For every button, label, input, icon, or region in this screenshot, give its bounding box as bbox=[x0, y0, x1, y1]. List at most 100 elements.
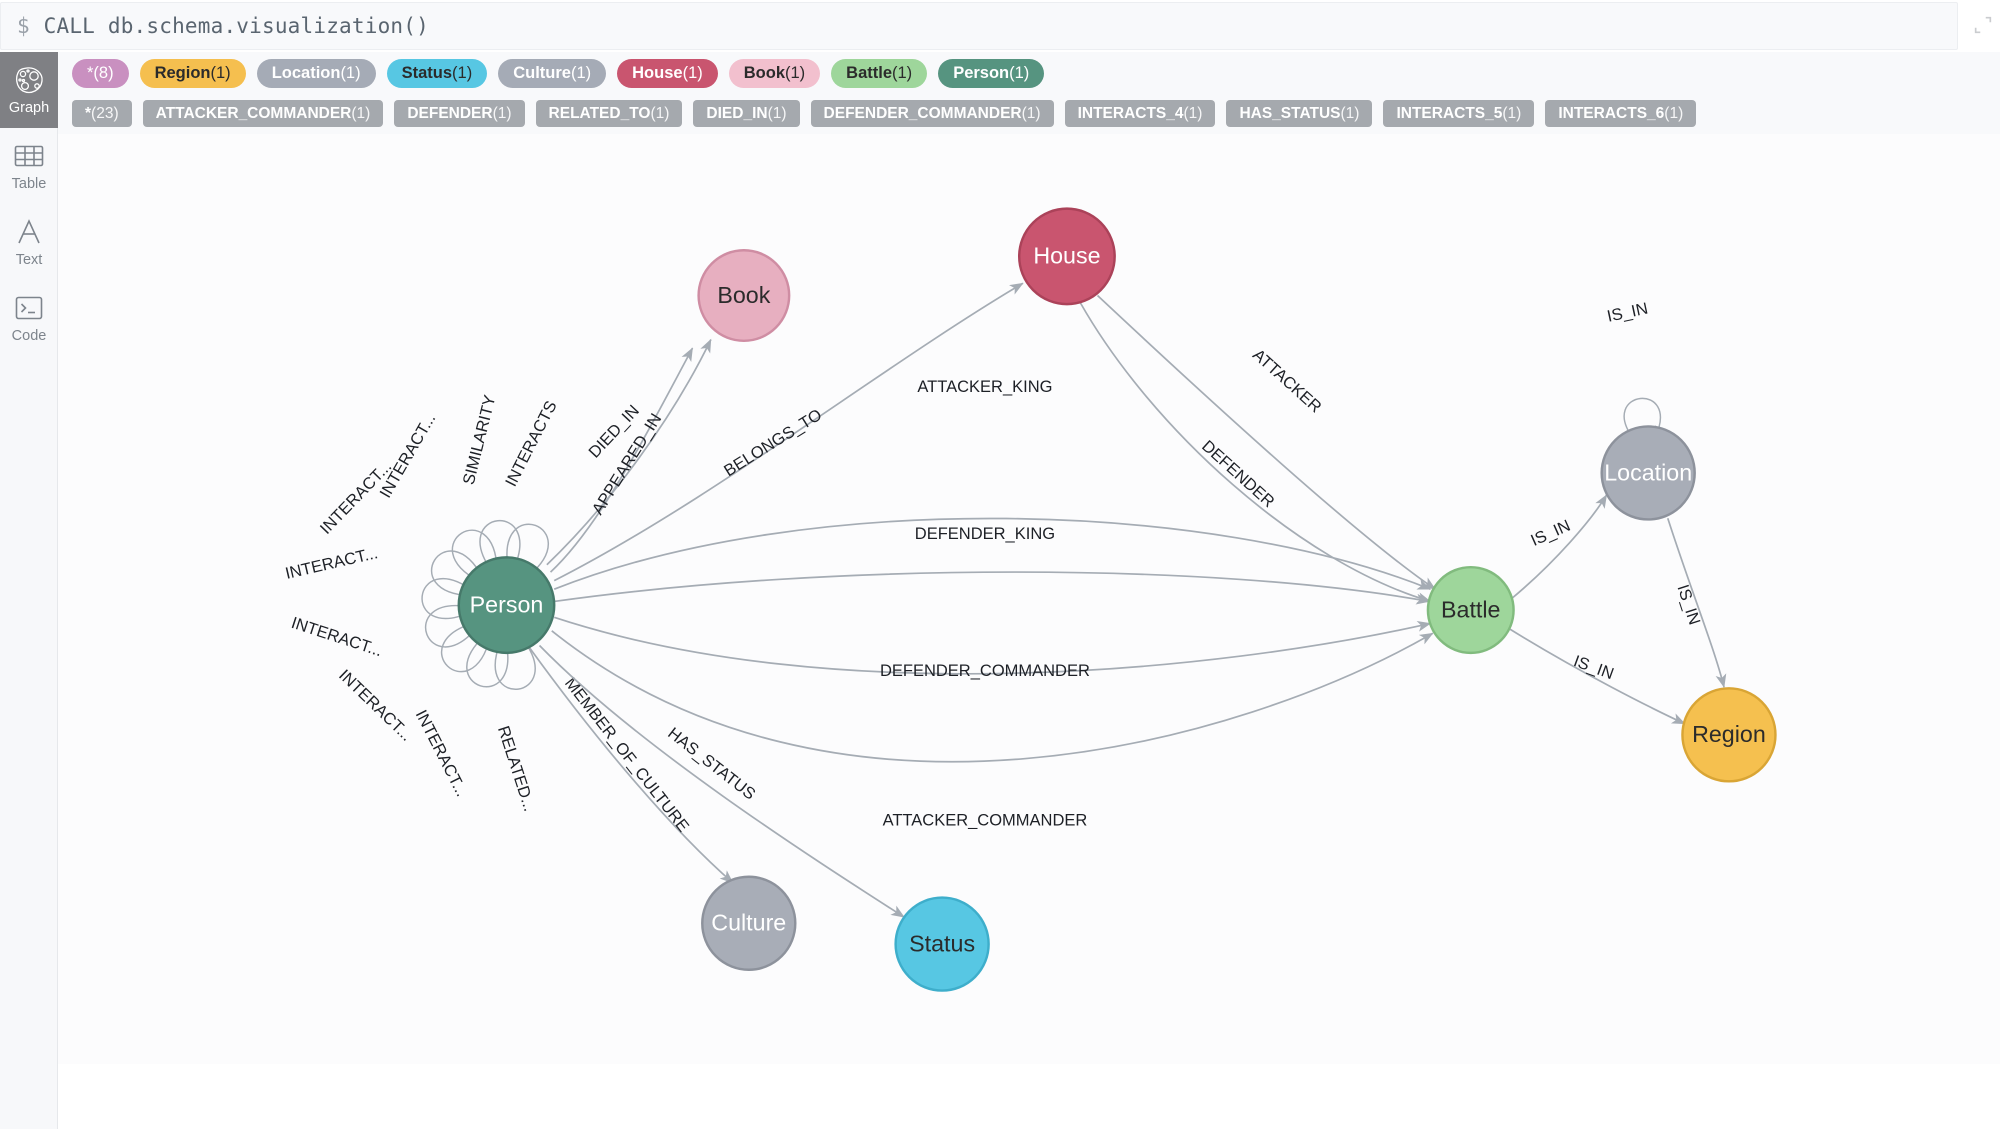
node-label-chip-culture[interactable]: Culture (1) bbox=[498, 59, 607, 88]
node-circle[interactable] bbox=[1600, 425, 1696, 521]
chip-name: Book bbox=[743, 64, 785, 82]
rel-type-chip-defender[interactable]: DEFENDER (1) bbox=[394, 100, 525, 127]
chip-count: (1) bbox=[351, 105, 371, 122]
chip-count: (1) bbox=[492, 105, 512, 122]
node-label-chip-location[interactable]: Location (1) bbox=[256, 59, 376, 88]
rel-type-chip-interacts_5[interactable]: INTERACTS_5 (1) bbox=[1383, 100, 1535, 127]
legend-area: * (8) Region (1) Location (1) Status (1) Culture… bbox=[58, 52, 2000, 134]
chip-name: Battle bbox=[846, 64, 893, 82]
chip-count: (1) bbox=[1340, 105, 1360, 122]
graph-node-culture[interactable]: Culture bbox=[701, 875, 797, 971]
chip-count: (8) bbox=[93, 64, 114, 82]
graph-nodes: Book House Location Person Battle Region Cultu… bbox=[457, 207, 1777, 992]
node-label-chip-battle[interactable]: Battle (1) bbox=[831, 59, 928, 88]
edge-label: DEFENDER bbox=[1198, 437, 1278, 511]
node-label-chip-house[interactable]: House (1) bbox=[617, 59, 718, 88]
self-loop-label: INTERACT... bbox=[412, 707, 471, 799]
graph-edge[interactable] bbox=[1510, 494, 1608, 600]
sidebar-label-code: Code bbox=[11, 328, 47, 345]
node-label-chip-row: * (8) Region (1) Location (1) Status (1) Culture… bbox=[72, 59, 1055, 88]
chip-count: (1) bbox=[570, 64, 592, 82]
graph-node-house[interactable]: House bbox=[1017, 207, 1116, 306]
edge-label: APPEARED_IN bbox=[589, 410, 665, 518]
chip-name: DIED_IN bbox=[706, 105, 768, 122]
chip-count: (1) bbox=[1009, 64, 1030, 82]
node-circle[interactable] bbox=[1426, 565, 1515, 655]
rel-type-chip-interacts_6[interactable]: INTERACTS_6 (1) bbox=[1545, 100, 1697, 127]
node-label-chip-region[interactable]: Region (1) bbox=[139, 59, 246, 88]
graph-edge[interactable] bbox=[529, 647, 734, 884]
sidebar-label-table: Table bbox=[11, 176, 47, 193]
node-circle[interactable] bbox=[697, 249, 791, 343]
text-icon bbox=[15, 216, 43, 248]
chip-count: (1) bbox=[650, 105, 670, 122]
node-circle[interactable] bbox=[894, 896, 990, 992]
chip-count: (1) bbox=[452, 64, 473, 82]
node-label-chip-person[interactable]: Person (1) bbox=[938, 59, 1045, 88]
edge-label: BELONGS_TO bbox=[721, 406, 825, 480]
chip-name: Region bbox=[154, 64, 211, 82]
rel-type-chip-attacker_commander[interactable]: ATTACKER_COMMANDER (1) bbox=[142, 100, 384, 127]
self-loop-label: INTERACT... bbox=[284, 544, 380, 583]
self-loop-label: INTERACT... bbox=[317, 457, 396, 537]
graph-edge[interactable] bbox=[1096, 294, 1436, 590]
chip-name: HAS_STATUS bbox=[1239, 105, 1341, 122]
self-loop-label: INTERACT... bbox=[335, 666, 415, 745]
node-label-chip-book[interactable]: Book (1) bbox=[728, 59, 821, 88]
node-circle[interactable] bbox=[701, 875, 797, 971]
node-circle[interactable] bbox=[457, 556, 556, 655]
chip-name: DEFENDER_COMMANDER bbox=[823, 105, 1022, 122]
node-circle[interactable] bbox=[1017, 207, 1116, 306]
node-label-chip-all[interactable]: * (8) bbox=[72, 59, 129, 88]
chip-count: (1) bbox=[1664, 105, 1684, 122]
edge-label: IS_IN bbox=[1571, 652, 1616, 683]
graph-edge[interactable] bbox=[1666, 517, 1727, 688]
chip-count: (1) bbox=[785, 64, 806, 82]
rel-type-chip-died_in[interactable]: DIED_IN (1) bbox=[693, 100, 800, 127]
graph-node-status[interactable]: Status bbox=[894, 896, 990, 992]
edge-label: ATTACKER_KING bbox=[917, 378, 1052, 396]
relationship-chip-row: * (23) ATTACKER_COMMANDER (1) DEFENDER (1) REL… bbox=[72, 100, 1707, 127]
chip-count: (1) bbox=[210, 64, 231, 82]
sidebar-item-graph[interactable]: Graph bbox=[0, 52, 58, 128]
chip-count: (1) bbox=[1021, 105, 1041, 122]
chip-name: Culture bbox=[513, 64, 571, 82]
graph-node-person[interactable]: Person bbox=[457, 556, 556, 655]
node-circle[interactable] bbox=[1681, 687, 1777, 783]
graph-edge[interactable] bbox=[1079, 302, 1432, 604]
chip-name: INTERACTS_5 bbox=[1396, 105, 1503, 122]
graph-edge[interactable] bbox=[553, 517, 1432, 591]
rel-type-chip-related_to[interactable]: RELATED_TO (1) bbox=[535, 100, 683, 127]
chip-count: (1) bbox=[892, 64, 913, 82]
node-label-chip-status[interactable]: Status (1) bbox=[386, 59, 488, 88]
chip-name: RELATED_TO bbox=[548, 105, 651, 122]
sidebar-label-graph: Graph bbox=[8, 100, 50, 117]
graph-edge[interactable] bbox=[553, 282, 1024, 582]
graph-node-battle[interactable]: Battle bbox=[1426, 565, 1515, 655]
graph-edge[interactable] bbox=[538, 644, 905, 918]
prompt-sigil: $ bbox=[17, 14, 30, 38]
graph-visualization[interactable]: DIED_IN APPEARED_IN BELONGS_TO ATTACKER_KIN… bbox=[58, 134, 2000, 1064]
graph-node-book[interactable]: Book bbox=[697, 249, 791, 343]
edge-label: ATTACKER_COMMANDER bbox=[883, 811, 1088, 829]
chip-name: INTERACTS_4 bbox=[1077, 105, 1184, 122]
graph-edge[interactable] bbox=[1508, 627, 1686, 725]
chip-count: (1) bbox=[682, 64, 703, 82]
rel-type-chip-defender_commander[interactable]: DEFENDER_COMMANDER (1) bbox=[810, 100, 1054, 127]
graph-icon bbox=[13, 64, 45, 96]
rel-type-chip-interacts_4[interactable]: INTERACTS_4 (1) bbox=[1064, 100, 1216, 127]
graph-edge[interactable] bbox=[554, 571, 1430, 605]
query-input[interactable]: $ CALL db.schema.visualization() bbox=[0, 2, 1958, 50]
sidebar-item-text[interactable]: Text bbox=[0, 204, 58, 280]
graph-node-region[interactable]: Region bbox=[1681, 687, 1777, 783]
graph-edge[interactable] bbox=[553, 616, 1432, 675]
rel-type-chip-all[interactable]: * (23) bbox=[72, 100, 132, 127]
sidebar-item-code[interactable]: Code bbox=[0, 280, 58, 356]
graph-edge[interactable] bbox=[546, 338, 712, 566]
expand-icon[interactable] bbox=[1972, 14, 1994, 36]
chip-name: Person bbox=[953, 64, 1010, 82]
rel-type-chip-has_status[interactable]: HAS_STATUS (1) bbox=[1226, 100, 1373, 127]
sidebar-item-table[interactable]: Table bbox=[0, 128, 58, 204]
graph-node-location[interactable]: Location bbox=[1600, 425, 1696, 521]
self-loop-label: SIMILARITY bbox=[460, 393, 500, 486]
